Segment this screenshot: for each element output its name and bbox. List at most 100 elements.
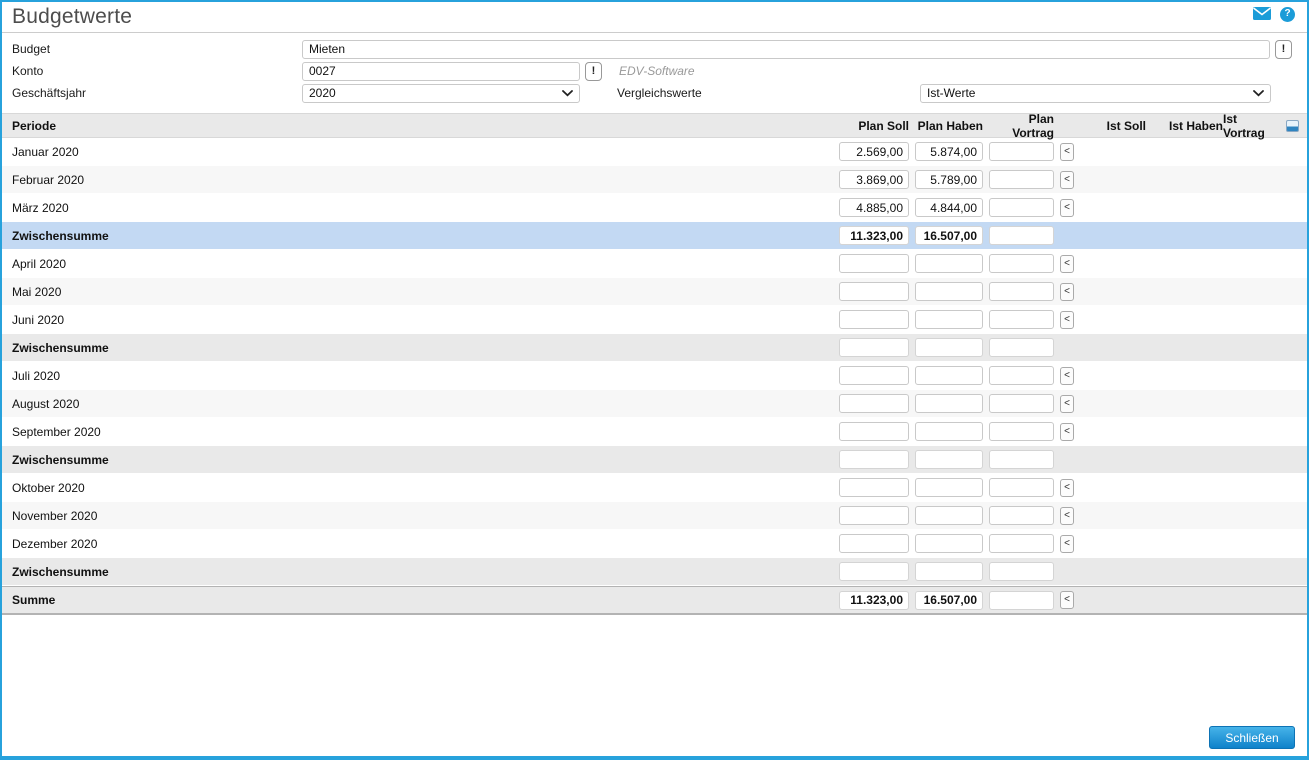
plan-soll-input[interactable] bbox=[839, 198, 909, 217]
plan-vortrag-input[interactable] bbox=[989, 254, 1054, 273]
copy-ist-to-plan-button[interactable]: < bbox=[1060, 591, 1074, 609]
copy-ist-to-plan-button[interactable]: < bbox=[1060, 198, 1074, 217]
plan-soll-input[interactable] bbox=[839, 478, 909, 497]
plan-haben-input[interactable] bbox=[915, 562, 983, 581]
table-header: Periode Plan Soll Plan Haben Plan Vortra… bbox=[2, 112, 1307, 140]
period-label: Summe bbox=[12, 593, 56, 607]
col-ist-haben: Ist Haben bbox=[1168, 118, 1223, 133]
geschaeftsjahr-value: 2020 bbox=[309, 86, 336, 100]
plan-vortrag-input[interactable] bbox=[989, 170, 1054, 189]
close-button[interactable]: Schließen bbox=[1209, 726, 1295, 749]
copy-ist-to-plan-button[interactable]: < bbox=[1060, 478, 1074, 497]
plan-haben-input[interactable] bbox=[915, 450, 983, 469]
plan-vortrag-input[interactable] bbox=[989, 198, 1054, 217]
chevron-down-icon bbox=[1253, 86, 1264, 100]
plan-soll-input[interactable] bbox=[839, 534, 909, 553]
konto-lookup-button[interactable]: ! bbox=[585, 61, 602, 81]
plan-haben-input[interactable] bbox=[915, 254, 983, 273]
plan-soll-input[interactable] bbox=[839, 506, 909, 525]
plan-haben-input[interactable] bbox=[915, 422, 983, 441]
period-label: Dezember 2020 bbox=[12, 536, 98, 551]
table-row: Oktober 2020 < bbox=[2, 474, 1307, 502]
plan-soll-input[interactable] bbox=[839, 254, 909, 273]
plan-haben-input[interactable] bbox=[915, 590, 983, 610]
copy-ist-to-plan-button[interactable]: < bbox=[1060, 394, 1074, 413]
table-row: September 2020 < bbox=[2, 418, 1307, 446]
plan-haben-input[interactable] bbox=[915, 394, 983, 413]
copy-ist-to-plan-button[interactable]: < bbox=[1060, 282, 1074, 301]
plan-vortrag-input[interactable] bbox=[989, 338, 1054, 357]
geschaeftsjahr-select[interactable]: 2020 bbox=[302, 83, 580, 103]
plan-haben-input[interactable] bbox=[915, 338, 983, 357]
plan-haben-input[interactable] bbox=[915, 534, 983, 553]
plan-soll-input[interactable] bbox=[839, 338, 909, 357]
show-values-icon[interactable] bbox=[1286, 119, 1299, 132]
plan-soll-input[interactable] bbox=[839, 422, 909, 441]
copy-ist-to-plan-button[interactable]: < bbox=[1060, 142, 1074, 161]
plan-haben-input[interactable] bbox=[915, 506, 983, 525]
copy-ist-to-plan-button[interactable]: < bbox=[1060, 310, 1074, 329]
plan-haben-input[interactable] bbox=[915, 478, 983, 497]
copy-ist-to-plan-button[interactable]: < bbox=[1060, 422, 1074, 441]
period-label: August 2020 bbox=[12, 396, 80, 411]
plan-vortrag-input[interactable] bbox=[989, 562, 1054, 581]
table-row: Januar 2020 < bbox=[2, 138, 1307, 166]
plan-haben-input[interactable] bbox=[915, 170, 983, 189]
plan-vortrag-input[interactable] bbox=[989, 366, 1054, 385]
period-label: Juli 2020 bbox=[12, 368, 61, 383]
table-row: Mai 2020 < bbox=[2, 278, 1307, 306]
page-title: Budgetwerte bbox=[12, 5, 133, 28]
plan-vortrag-input[interactable] bbox=[989, 534, 1054, 553]
plan-vortrag-input[interactable] bbox=[989, 310, 1054, 329]
copy-ist-to-plan-button[interactable]: < bbox=[1060, 170, 1074, 189]
plan-haben-input[interactable] bbox=[915, 282, 983, 301]
col-periode: Periode bbox=[12, 118, 57, 133]
col-ist-vortrag: Ist Vortrag bbox=[1223, 112, 1299, 140]
copy-ist-to-plan-button[interactable]: < bbox=[1060, 254, 1074, 273]
plan-vortrag-input[interactable] bbox=[989, 590, 1054, 610]
budget-input[interactable] bbox=[302, 39, 1270, 59]
geschaeftsjahr-label: Geschäftsjahr bbox=[12, 86, 87, 100]
plan-soll-input[interactable] bbox=[839, 310, 909, 329]
period-label: September 2020 bbox=[12, 424, 101, 439]
help-icon[interactable]: ? bbox=[1280, 6, 1295, 22]
table-row: November 2020 < bbox=[2, 502, 1307, 530]
plan-soll-input[interactable] bbox=[839, 282, 909, 301]
plan-vortrag-input[interactable] bbox=[989, 142, 1054, 161]
period-label: Zwischensumme bbox=[12, 564, 109, 579]
table-row: Juni 2020 < bbox=[2, 306, 1307, 334]
plan-soll-input[interactable] bbox=[839, 142, 909, 161]
period-label: Januar 2020 bbox=[12, 144, 79, 159]
konto-input[interactable] bbox=[302, 61, 580, 81]
copy-ist-to-plan-button[interactable]: < bbox=[1060, 366, 1074, 385]
plan-vortrag-input[interactable] bbox=[989, 282, 1054, 301]
copy-ist-to-plan-button[interactable]: < bbox=[1060, 506, 1074, 525]
plan-soll-input[interactable] bbox=[839, 170, 909, 189]
konto-label: Konto bbox=[12, 64, 44, 78]
copy-ist-to-plan-button[interactable]: < bbox=[1060, 534, 1074, 553]
plan-soll-input[interactable] bbox=[839, 450, 909, 469]
period-label: April 2020 bbox=[12, 256, 67, 271]
plan-vortrag-input[interactable] bbox=[989, 422, 1054, 441]
plan-soll-input[interactable] bbox=[839, 226, 909, 245]
plan-soll-input[interactable] bbox=[839, 366, 909, 385]
plan-haben-input[interactable] bbox=[915, 142, 983, 161]
plan-soll-input[interactable] bbox=[839, 590, 909, 610]
budget-lookup-button[interactable]: ! bbox=[1275, 39, 1292, 59]
email-icon[interactable] bbox=[1253, 6, 1271, 20]
plan-soll-input[interactable] bbox=[839, 394, 909, 413]
plan-vortrag-input[interactable] bbox=[989, 450, 1054, 469]
plan-haben-input[interactable] bbox=[915, 198, 983, 217]
plan-haben-input[interactable] bbox=[915, 226, 983, 245]
plan-soll-input[interactable] bbox=[839, 562, 909, 581]
plan-vortrag-input[interactable] bbox=[989, 478, 1054, 497]
table-row: Dezember 2020 < bbox=[2, 530, 1307, 558]
plan-haben-input[interactable] bbox=[915, 310, 983, 329]
plan-vortrag-input[interactable] bbox=[989, 226, 1054, 245]
vergleichswerte-select[interactable]: Ist-Werte bbox=[920, 83, 1271, 103]
plan-haben-input[interactable] bbox=[915, 366, 983, 385]
table-row: März 2020 < bbox=[2, 194, 1307, 222]
plan-vortrag-input[interactable] bbox=[989, 506, 1054, 525]
plan-vortrag-input[interactable] bbox=[989, 394, 1054, 413]
vergleichswerte-value: Ist-Werte bbox=[927, 86, 976, 100]
